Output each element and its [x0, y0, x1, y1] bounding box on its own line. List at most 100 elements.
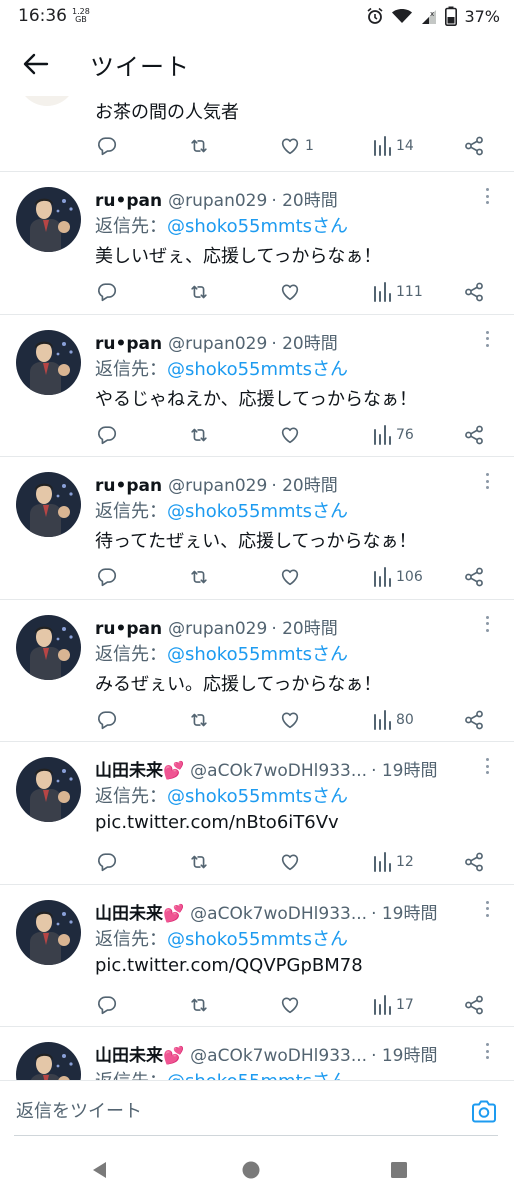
share-button[interactable] — [463, 707, 485, 733]
retweet-button[interactable] — [188, 279, 210, 305]
reply-input[interactable]: 返信をツイート — [16, 1097, 142, 1123]
mention-link[interactable]: @shoko55mmtsさん — [167, 929, 348, 950]
views-button[interactable]: 76 — [372, 422, 414, 448]
mention-link[interactable]: @shoko55mmtsさん — [167, 786, 348, 807]
like-button[interactable]: 1 — [279, 133, 314, 159]
share-button[interactable] — [463, 992, 485, 1018]
avatar[interactable] — [16, 472, 81, 537]
share-button[interactable] — [463, 133, 485, 159]
mention-link[interactable]: @shoko55mmtsさん — [167, 359, 348, 380]
retweet-button[interactable] — [188, 564, 210, 590]
reply-button[interactable] — [96, 564, 118, 590]
avatar[interactable] — [18, 96, 76, 106]
views-button[interactable]: 12 — [372, 849, 414, 875]
display-name[interactable]: ru•pan — [95, 619, 162, 639]
tweet[interactable]: ru•pan @rupan029 · 20時間 返信先：@shoko55mmtsさんや… — [0, 315, 514, 457]
retweet-button[interactable] — [188, 849, 210, 875]
tweet-header: ru•pan @rupan029 · 20時間 — [95, 329, 474, 354]
more-options-button[interactable] — [482, 899, 492, 919]
retweet-button[interactable] — [188, 133, 210, 159]
mention-link[interactable]: @shoko55mmtsさん — [167, 1071, 348, 1080]
views-button[interactable]: 80 — [372, 707, 414, 733]
reply-to-label: 返信先： — [95, 358, 167, 380]
tweet[interactable]: ru•pan @rupan029 · 20時間 返信先：@shoko55mmtsさん美… — [0, 172, 514, 315]
back-button[interactable] — [18, 46, 54, 82]
reply-button[interactable] — [96, 133, 118, 159]
views-button[interactable]: 14 — [372, 133, 414, 159]
views-button[interactable]: 106 — [372, 564, 423, 590]
share-button[interactable] — [463, 849, 485, 875]
share-button[interactable] — [463, 422, 485, 448]
camera-button[interactable] — [470, 1099, 498, 1125]
reply-button[interactable] — [96, 279, 118, 305]
avatar[interactable] — [16, 757, 81, 822]
share-button[interactable] — [463, 564, 485, 590]
display-name[interactable]: 山田未来💕 — [95, 756, 184, 781]
avatar[interactable] — [16, 899, 81, 965]
views-button[interactable]: 17 — [372, 992, 414, 1018]
nav-back-icon[interactable] — [90, 1160, 110, 1180]
avatar[interactable] — [16, 1042, 81, 1080]
username[interactable]: @aCOk7woDHl933... — [190, 1046, 367, 1066]
network-speed: 1.28 GB — [72, 8, 90, 24]
more-options-button[interactable] — [482, 1041, 492, 1061]
tweet[interactable]: 山田未来💕 @aCOk7woDHl933...· 19時間返信先：@shoko55… — [0, 742, 514, 885]
mention-link[interactable]: @shoko55mmtsさん — [167, 216, 348, 237]
timestamp: · 19時間 — [371, 903, 438, 924]
display-name[interactable]: ru•pan — [95, 191, 162, 211]
tweet[interactable]: お茶の間の人気者 1 14 — [0, 96, 514, 172]
display-name[interactable]: 山田未来💕 — [95, 899, 184, 924]
views-button[interactable]: 111 — [372, 279, 423, 305]
username[interactable]: @rupan029 — [168, 334, 267, 354]
nav-home-icon[interactable] — [241, 1160, 261, 1180]
more-options-button[interactable] — [482, 329, 492, 349]
tweet-text: pic.twitter.com/QQVPGpBM78 — [95, 954, 363, 976]
mention-link[interactable]: @shoko55mmtsさん — [167, 501, 348, 522]
reply-button[interactable] — [96, 849, 118, 875]
username[interactable]: @aCOk7woDHl933... — [190, 904, 367, 924]
more-options-button[interactable] — [482, 756, 492, 776]
more-options-button[interactable] — [482, 614, 492, 634]
like-button[interactable] — [279, 707, 301, 733]
tweet[interactable]: ru•pan @rupan029 · 20時間 返信先：@shoko55mmtsさん待… — [0, 457, 514, 600]
reply-timeline[interactable]: お茶の間の人気者 1 14 ru•pan @rupan029 · 20時間 返信先：@… — [0, 96, 514, 1080]
nav-recents-icon[interactable] — [389, 1160, 409, 1180]
username[interactable]: @rupan029 — [168, 476, 267, 496]
username[interactable]: @rupan029 — [168, 191, 267, 211]
share-icon — [465, 282, 483, 302]
like-button[interactable] — [279, 849, 301, 875]
views-count: 12 — [396, 854, 414, 870]
comment-icon — [97, 853, 117, 872]
like-button[interactable] — [279, 279, 301, 305]
username[interactable]: @rupan029 — [168, 619, 267, 639]
avatar[interactable] — [16, 187, 81, 252]
avatar[interactable] — [16, 614, 81, 680]
mention-link[interactable]: @shoko55mmtsさん — [167, 644, 348, 665]
username[interactable]: @aCOk7woDHl933... — [190, 761, 367, 781]
tweet-actions: 111 — [96, 279, 496, 305]
system-nav-bar — [0, 1142, 514, 1200]
tweet[interactable]: 山田未来💕 @aCOk7woDHl933...· 19時間返信先：@shoko55… — [0, 885, 514, 1027]
retweet-button[interactable] — [188, 707, 210, 733]
share-button[interactable] — [463, 279, 485, 305]
display-name[interactable]: 山田未来💕 — [95, 1041, 184, 1066]
reply-button[interactable] — [96, 422, 118, 448]
like-button[interactable] — [279, 992, 301, 1018]
display-name[interactable]: ru•pan — [95, 476, 162, 496]
views-count: 17 — [396, 996, 414, 1013]
reply-button[interactable] — [96, 992, 118, 1018]
page-title: ツイート — [90, 52, 190, 81]
retweet-button[interactable] — [188, 422, 210, 448]
vertical-dots-icon — [485, 758, 489, 761]
display-name[interactable]: ru•pan — [95, 334, 162, 354]
more-options-button[interactable] — [482, 471, 492, 491]
avatar[interactable] — [16, 329, 81, 395]
reply-to-label: 返信先： — [95, 786, 167, 807]
reply-button[interactable] — [96, 707, 118, 733]
like-button[interactable] — [279, 422, 301, 448]
tweet[interactable]: 山田未来💕 @aCOk7woDHl933...· 19時間返信先：@shoko55… — [0, 1027, 514, 1080]
tweet[interactable]: ru•pan @rupan029 · 20時間 返信先：@shoko55mmtsさんみ… — [0, 600, 514, 742]
retweet-button[interactable] — [188, 992, 210, 1018]
like-button[interactable] — [279, 564, 301, 590]
more-options-button[interactable] — [482, 186, 492, 206]
